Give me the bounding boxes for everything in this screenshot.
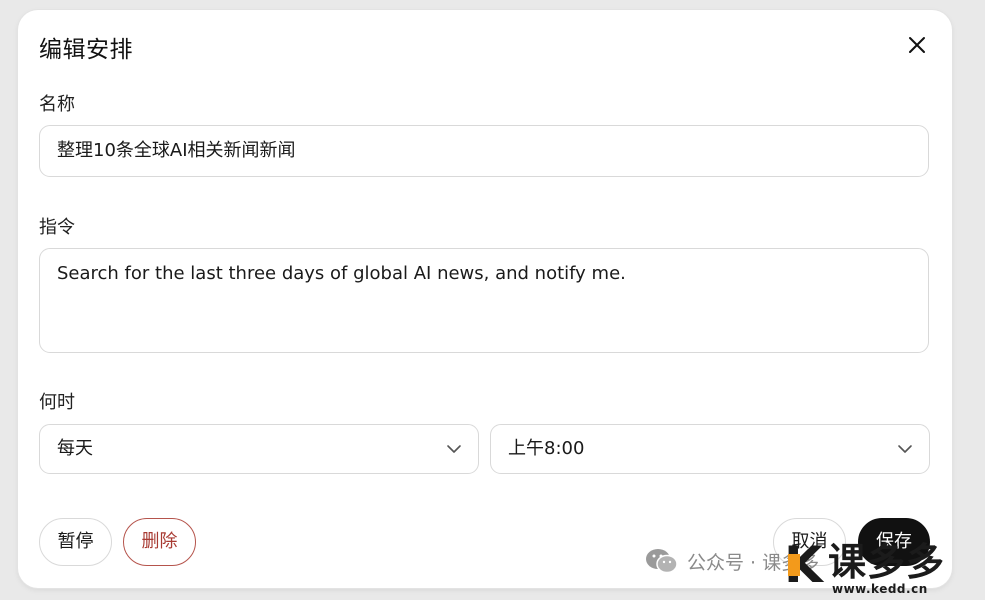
delete-button[interactable]: 删除 bbox=[123, 518, 196, 566]
command-label: 指令 bbox=[39, 217, 75, 238]
close-button[interactable] bbox=[904, 32, 930, 58]
chevron-down-icon bbox=[898, 445, 912, 453]
when-label: 何时 bbox=[39, 392, 75, 413]
frequency-value: 每天 bbox=[57, 438, 93, 459]
chevron-down-icon bbox=[447, 445, 461, 453]
pause-button[interactable]: 暂停 bbox=[39, 518, 112, 566]
command-textarea[interactable]: Search for the last three days of global… bbox=[39, 248, 929, 353]
time-select[interactable]: 上午8:00 bbox=[490, 424, 930, 474]
frequency-select[interactable]: 每天 bbox=[39, 424, 479, 474]
time-value: 上午8:00 bbox=[508, 438, 585, 459]
cancel-button[interactable]: 取消 bbox=[773, 518, 846, 566]
edit-schedule-dialog: 编辑安排 名称 整理10条全球AI相关新闻新闻 指令 Search for th… bbox=[18, 10, 952, 588]
close-icon bbox=[909, 37, 925, 53]
save-button[interactable]: 保存 bbox=[858, 518, 930, 566]
name-input[interactable]: 整理10条全球AI相关新闻新闻 bbox=[39, 125, 929, 177]
dialog-title: 编辑安排 bbox=[39, 37, 133, 63]
name-label: 名称 bbox=[39, 94, 75, 115]
